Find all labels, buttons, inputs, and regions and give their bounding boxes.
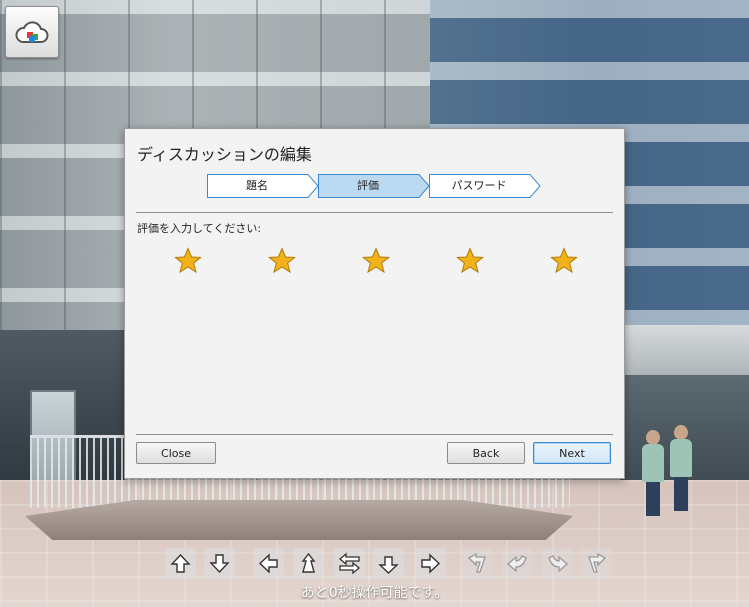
arrow-right-icon: [421, 553, 441, 574]
step-password-label: パスワード: [451, 179, 507, 192]
divider: [136, 212, 613, 213]
close-button[interactable]: Close: [136, 442, 216, 464]
star-icon[interactable]: [174, 247, 202, 275]
move-back-icon: [378, 556, 399, 574]
turn-left-button[interactable]: [462, 548, 493, 579]
move-forward-button[interactable]: [293, 548, 324, 579]
rating-prompt: 評価を入力してください:: [137, 222, 262, 235]
remaining-time-status: あと0秒操作可能です。: [300, 585, 449, 601]
dialog-title: ディスカッションの編集: [137, 145, 312, 164]
move-back-button[interactable]: [373, 548, 404, 579]
step-title[interactable]: 題名: [207, 174, 319, 198]
swap-direction-button[interactable]: [334, 548, 365, 579]
building-canopy: [620, 325, 749, 375]
arrow-left-icon: [258, 553, 278, 574]
next-button[interactable]: Next: [533, 442, 611, 464]
star-icon[interactable]: [456, 247, 484, 275]
turn-left-icon: [467, 552, 486, 573]
cloud-icon: [15, 21, 49, 43]
navigation-controls: [165, 548, 615, 580]
step-password[interactable]: パスワード: [429, 174, 541, 198]
step-rating-label: 評価: [357, 179, 379, 192]
arrow-down-icon: [209, 554, 230, 574]
back-button[interactable]: Back: [447, 442, 525, 464]
divider: [136, 434, 613, 435]
rotate-right-button[interactable]: [542, 548, 573, 579]
swap-direction-icon: [338, 552, 361, 575]
planter: [25, 500, 573, 540]
star-icon[interactable]: [550, 247, 578, 275]
star-icon[interactable]: [362, 247, 390, 275]
star-icon[interactable]: [268, 247, 296, 275]
turn-right-button[interactable]: [581, 548, 612, 579]
rotate-left-icon: [507, 555, 527, 573]
rotate-right-icon: [548, 555, 568, 573]
move-up-button[interactable]: [165, 548, 196, 579]
step-title-label: 題名: [246, 179, 268, 192]
step-rating[interactable]: 評価: [318, 174, 430, 198]
star-rating: [174, 247, 594, 275]
move-right-button[interactable]: [415, 548, 446, 579]
wizard-steps: 題名 評価 パスワード: [207, 174, 547, 198]
arrow-up-icon: [170, 553, 191, 573]
move-down-button[interactable]: [204, 548, 235, 579]
rotate-left-button[interactable]: [502, 548, 533, 579]
move-forward-icon: [301, 552, 316, 573]
turn-right-icon: [588, 552, 607, 573]
move-left-button[interactable]: [253, 548, 284, 579]
edit-discussion-dialog: ディスカッションの編集 題名 評価 パスワード 評価を入力してください: Clo…: [124, 128, 625, 479]
cloud-app-button[interactable]: [5, 6, 59, 58]
